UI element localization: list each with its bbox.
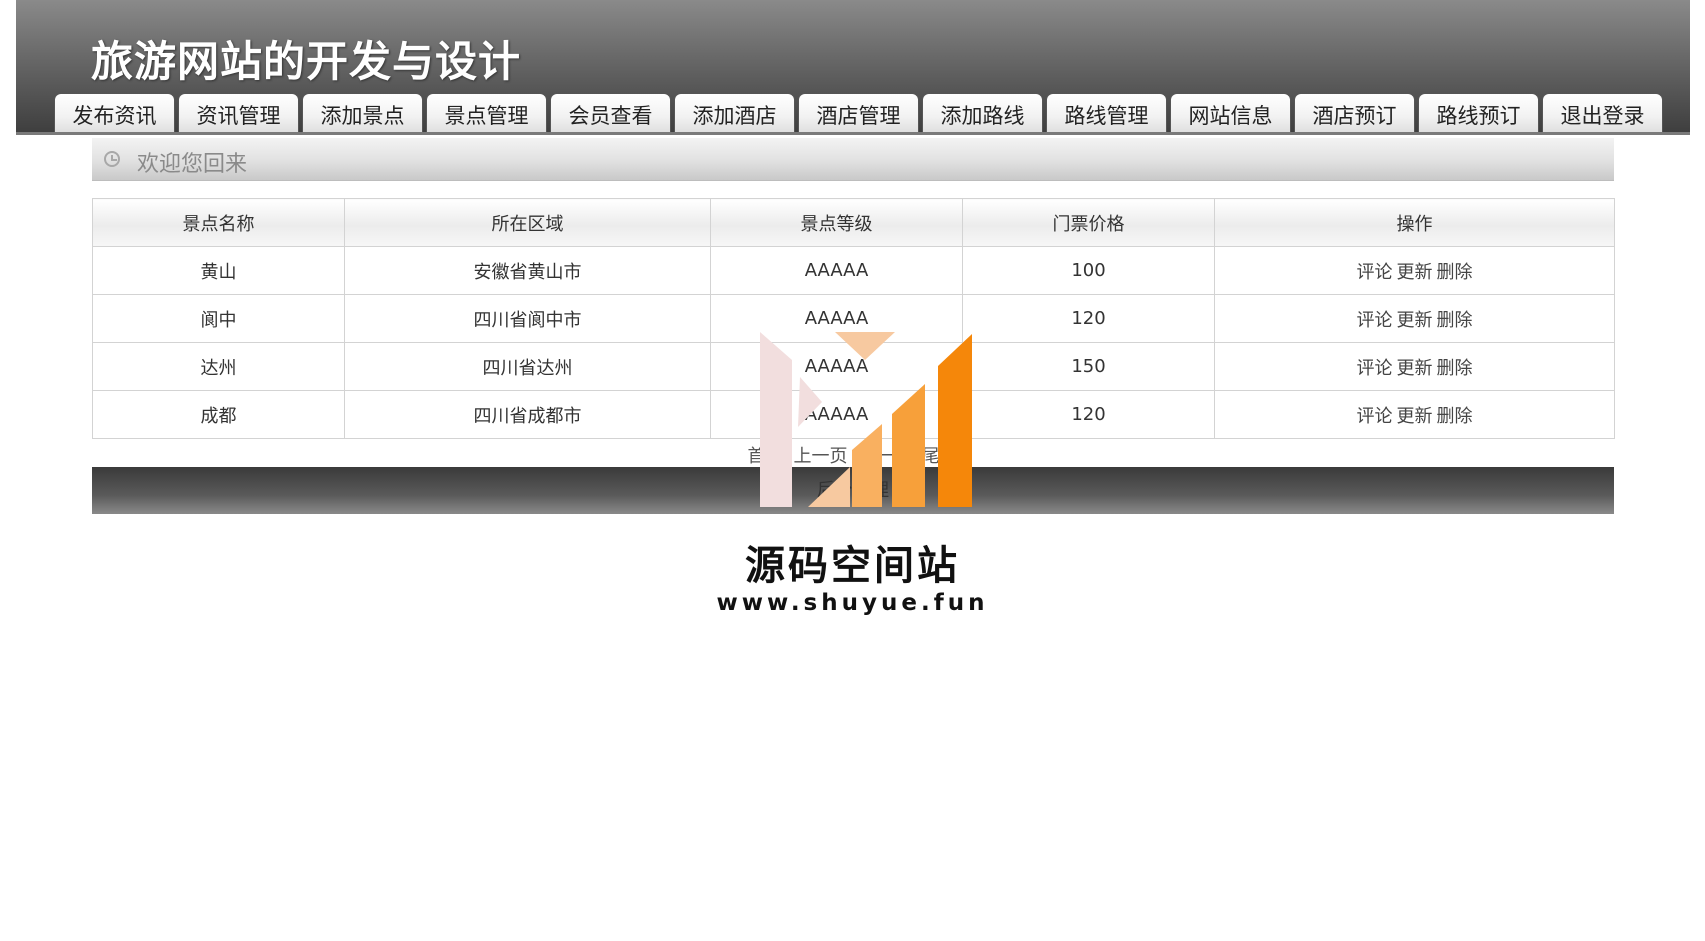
logo-triangle [835,332,895,360]
logo-small-triangle [808,467,850,507]
cell-actions: 评论 更新 删除 [1214,342,1615,391]
cell-name: 阆中 [92,294,345,343]
delete-link[interactable]: 删除 [1437,358,1473,379]
delete-link[interactable]: 删除 [1437,310,1473,331]
update-link[interactable]: 更新 [1397,358,1433,379]
cell-actions: 评论 更新 删除 [1214,390,1615,439]
nav-tab-add-route[interactable]: 添加路线 [922,93,1043,135]
comment-link[interactable]: 评论 [1357,262,1393,283]
update-link[interactable]: 更新 [1397,406,1433,427]
comment-link[interactable]: 评论 [1357,310,1393,331]
delete-link[interactable]: 删除 [1437,406,1473,427]
cell-name: 黄山 [92,246,345,295]
update-link[interactable]: 更新 [1397,310,1433,331]
cell-actions: 评论 更新 删除 [1214,246,1615,295]
nav-tab-logout[interactable]: 退出登录 [1542,93,1663,135]
nav-tab-route-booking[interactable]: 路线预订 [1418,93,1539,135]
column-header-region: 所在区域 [344,198,711,247]
comment-link[interactable]: 评论 [1357,406,1393,427]
nav-tab-site-info[interactable]: 网站信息 [1170,93,1291,135]
cell-name: 达州 [92,342,345,391]
nav-tab-member-view[interactable]: 会员查看 [550,93,671,135]
logo-bar-short [852,424,882,507]
cell-actions: 评论 更新 删除 [1214,294,1615,343]
cell-price: 100 [962,246,1215,295]
nav-tab-news-manage[interactable]: 资讯管理 [178,93,299,135]
header-bar: 旅游网站的开发与设计 发布资讯 资讯管理 添加景点 景点管理 会员查看 添加酒店… [16,0,1690,135]
watermark-title: 源码空间站 [745,543,960,589]
site-title: 旅游网站的开发与设计 [91,37,522,86]
cell-level: AAAAA [710,246,963,295]
logo-bar-tall [938,334,972,507]
cell-region: 四川省达州 [344,342,711,391]
nav-tab-add-attraction[interactable]: 添加景点 [302,93,423,135]
comment-link[interactable]: 评论 [1357,358,1393,379]
nav-tab-hotel-manage[interactable]: 酒店管理 [798,93,919,135]
cell-price: 120 [962,390,1215,439]
logo-bar-pale [760,332,792,507]
table-row: 黄山 安徽省黄山市 AAAAA 100 评论 更新 删除 [92,246,1615,295]
logo-bar-mid [892,384,925,507]
column-header-price: 门票价格 [962,198,1215,247]
cell-name: 成都 [92,390,345,439]
table-header-row: 景点名称 所在区域 景点等级 门票价格 操作 [92,198,1615,247]
main-nav: 发布资讯 资讯管理 添加景点 景点管理 会员查看 添加酒店 酒店管理 添加路线 … [54,93,1663,135]
nav-tab-add-hotel[interactable]: 添加酒店 [674,93,795,135]
column-header-name: 景点名称 [92,198,345,247]
column-header-actions: 操作 [1214,198,1615,247]
cell-region: 安徽省黄山市 [344,246,711,295]
watermark-url: www.shuyue.fun [716,590,989,616]
clock-icon [104,151,120,167]
logo-chevron [798,377,822,427]
cell-region: 四川省阆中市 [344,294,711,343]
welcome-bar: 欢迎您回来 [92,138,1614,181]
nav-tab-publish-news[interactable]: 发布资讯 [54,93,175,135]
column-header-level: 景点等级 [710,198,963,247]
nav-tab-attraction-manage[interactable]: 景点管理 [426,93,547,135]
header-divider [16,132,1690,135]
update-link[interactable]: 更新 [1397,262,1433,283]
welcome-text: 欢迎您回来 [137,152,248,177]
delete-link[interactable]: 删除 [1437,262,1473,283]
cell-region: 四川省成都市 [344,390,711,439]
nav-tab-route-manage[interactable]: 路线管理 [1046,93,1167,135]
cell-price: 120 [962,294,1215,343]
watermark-logo-icon [760,332,972,507]
cell-price: 150 [962,342,1215,391]
nav-tab-hotel-booking[interactable]: 酒店预订 [1294,93,1415,135]
